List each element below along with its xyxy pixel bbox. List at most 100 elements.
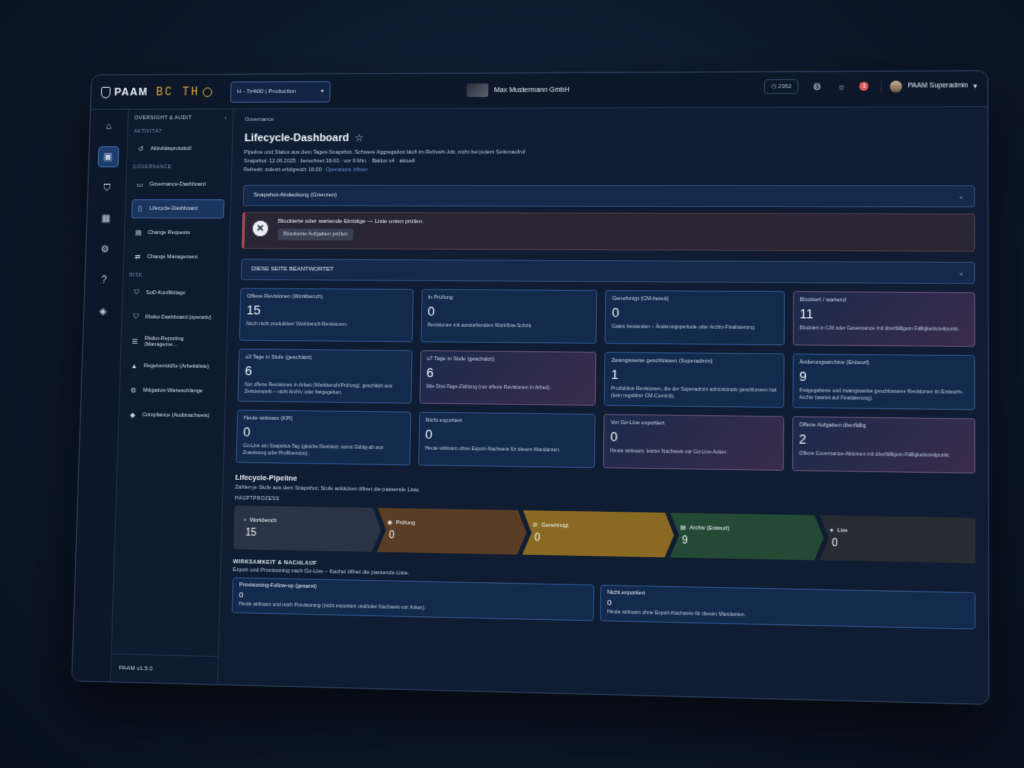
theme-sun-icon[interactable]: ☼ (835, 80, 847, 92)
sidebar-item-risiko-dashboard[interactable]: ⛉ Risiko-Dashboard (operativ) (128, 308, 222, 328)
sidebar-item-sod-konfliktlage[interactable]: ⛉ SoD-Konfliktlage (129, 283, 223, 303)
kpi-description: Go-Live am Snapshot-Tag (gleiche Revisio… (242, 443, 384, 457)
warning-icon: ▲ (130, 362, 138, 370)
pipeline-stage[interactable]: ▤ Archiv (Entwurf) 9 (670, 513, 824, 561)
pipeline-stage[interactable]: ◉ Prüfung 0 (377, 508, 527, 555)
sidebar-item-compliance[interactable]: ◆ Compliance (Auditnachweis) (125, 405, 219, 426)
wirksamkeit-card[interactable]: Nicht exportiert 0 Heute wirksam ohne Expo… (599, 584, 976, 630)
company-name: Max Mustermann GmbH (494, 86, 570, 94)
kpi-label: Zwangsweise geschlossen (Superadmin) (611, 357, 713, 365)
sidebar-item-label: SoD-Konfliktlage (145, 290, 186, 297)
kpi-label: ≥3 Tage in Stufe (geschätzt) (245, 354, 312, 362)
kpi-card[interactable]: Offene Revisionen (Workbench) 15 Noch nich… (239, 287, 414, 343)
check-circle-icon: ⊘ (532, 522, 538, 529)
history-icon: ↺ (138, 146, 144, 153)
monitor-icon: ▭ (136, 181, 144, 189)
brand-logo[interactable]: PAAM (100, 86, 156, 98)
kpi-card[interactable]: Genehmigt (CM-bereit) 0 Gates bestanden – … (604, 290, 785, 346)
kpi-card[interactable]: In Prüfung 0 Revisionen mit ausstehendem W… (420, 288, 598, 344)
kpi-description: Offene Governance-Aktionen mit überfälli… (798, 450, 951, 459)
kpi-card[interactable]: Heute wirksam (KPI) 0 Go-Live am Snapshot-… (235, 409, 411, 466)
pipeline-stage-value: 0 (831, 537, 838, 549)
sidebar-item-label: Mitigation-Warteschlange (142, 387, 203, 395)
document-icon: ▯ (138, 205, 142, 213)
sidebar-header: OVERSIGHT & AUDIT ‹ (134, 115, 227, 121)
kpi-description: Gates bestanden – Änderungsperiode oder … (611, 323, 756, 332)
counter-pill[interactable]: ◷ 2952 (764, 79, 799, 95)
gear-icon: ⚙ (130, 387, 137, 395)
breadcrumb[interactable]: Governance (245, 115, 975, 123)
pipeline-stage-label: Prüfung (395, 519, 416, 527)
kpi-card[interactable]: Blockiert / wartend 11 Blockiert in CM ode… (792, 291, 976, 347)
monitor-icon[interactable]: ▣ (97, 146, 119, 168)
pipeline-stage[interactable]: • Workbench 15 (233, 505, 381, 552)
dot-icon: • (243, 517, 246, 524)
operations-link[interactable]: Operations öffnen (325, 167, 368, 173)
sidebar-item-mitigation[interactable]: ⚙ Mitigation-Warteschlange (125, 381, 219, 402)
kpi-card[interactable]: Änderungsarchive (Entwurf) 9 Freigegebene … (791, 353, 976, 411)
shield-logo-icon (100, 86, 111, 98)
sidebar-item-change-management[interactable]: ⇄ Change Management (130, 247, 224, 267)
pipeline-stage-label-row: ◉ Prüfung (387, 520, 516, 528)
kpi-card[interactable]: Vor Go-Live exportiert 0 Heute wirksam; le… (602, 413, 784, 471)
chevron-down-icon: ⌄ (958, 193, 964, 200)
sidebar-item-governance-dashboard[interactable]: ▭ Governance-Dashboard (132, 175, 225, 194)
notification-badge[interactable]: 3 (859, 81, 869, 91)
kpi-value: 0 (427, 303, 435, 319)
list-icon: ☰ (131, 338, 139, 346)
live-icon: ● (829, 527, 834, 534)
accordion-snapshot-coverage[interactable]: Snapshot-Abdeckung (Grenzen) ⌄ (242, 184, 976, 208)
page-title: Lifecycle-Dashboard (244, 132, 350, 145)
chevron-down-icon: ▾ (320, 88, 324, 95)
building-icon[interactable]: ▦ (95, 208, 117, 229)
sidebar-item-label: Change Requests (147, 230, 191, 237)
sidebar-item-label: Risiko-Dashboard (operativ) (145, 314, 212, 321)
kpi-value: 6 (244, 363, 253, 379)
top-bar: PAAM BC TH H - 7z4t00 | Production ▾ Max… (91, 71, 988, 110)
accordion-page-answers[interactable]: DIESE SEITE BEANTWORTET ⌄ (240, 258, 976, 285)
favorite-star-icon[interactable]: ☆ (355, 133, 364, 144)
blocked-alert: ✕ Blockierte oder wartende Einträge — Li… (241, 211, 976, 252)
pipeline-stage-value: 0 (534, 532, 541, 544)
kpi-card[interactable]: Nicht exportiert 0 Heute wirksam ohne Expo… (417, 411, 596, 469)
globe-icon[interactable]: ◍ (811, 80, 823, 92)
company-logo (466, 83, 489, 98)
sidebar-item-lifecycle-dashboard[interactable]: ▯ Lifecycle-Dashboard (131, 199, 225, 219)
snapshot-info: Snapshot: 12.06.2025 · berechnet 16:00 ·… (243, 158, 415, 165)
help-icon[interactable]: ? (93, 270, 115, 291)
pipeline-stage-label: Genehmigt (541, 522, 569, 529)
pipeline-stage[interactable]: ⊘ Genehmigt 0 (522, 510, 674, 557)
kpi-description: Heute wirksam ohne Export-Nachweis für d… (424, 445, 561, 454)
kpi-description: Revisionen mit ausstehendem Workflow-Sch… (427, 322, 533, 330)
sidebar-item-change-requests[interactable]: ▤ Change Requests (130, 223, 223, 243)
kpi-description: Freigegebene und zwangsweise geschlossen… (799, 387, 964, 402)
clipboard-icon: ▤ (135, 230, 142, 237)
check-blocked-tasks-button[interactable]: Blockierte Aufgaben prüfen (277, 228, 354, 241)
kpi-card[interactable]: Zwangsweise geschlossen (Superadmin) 1 Pro… (603, 351, 785, 408)
sidebar-item-regelverstoesse[interactable]: ▲ Regelverstöße (Arbeitsliste) (126, 356, 220, 377)
sidebar-item-aktivitaetsprotokoll[interactable]: ↺ Aktivitätsprotokoll (133, 139, 226, 158)
kpi-card[interactable]: ≥3 Tage in Stufe (geschätzt) 6 Nur offene … (237, 348, 413, 404)
kpi-card[interactable]: Offene Aufgaben überfällig 2 Offene Govern… (791, 416, 976, 474)
pipeline: • Workbench 15 ◉ Prüfung 0 ⊘ Genehmigt 0 ▤ Archiv … (233, 505, 975, 563)
company-display: Max Mustermann GmbH (466, 83, 570, 98)
wirksamkeit-card[interactable]: Provisioning-Follow-up (gesamt) 0 Heute wi… (231, 577, 595, 622)
sidebar-item-risiko-reporting[interactable]: ☰ Risiko-Reporting (Manageme... (127, 332, 221, 352)
kpi-description: Noch nicht produktiver Workbench-Revisio… (246, 321, 348, 328)
top-actions: ◷ 2952 ◍ ☼ 3 PAAM Superadmin ▾ (764, 78, 977, 95)
environment-select[interactable]: H - 7z4t00 | Production ▾ (230, 80, 331, 103)
settings-icon[interactable]: ⚙ (94, 239, 116, 260)
sidebar-item-label: Governance-Dashboard (149, 181, 206, 188)
kpi-value: 15 (246, 302, 261, 318)
pipeline-stage[interactable]: ● Live 0 (819, 515, 975, 563)
sidebar-item-label: Change Management (147, 254, 198, 261)
shield-user-icon[interactable]: ⛉ (96, 177, 118, 198)
archive-icon: ▤ (680, 524, 686, 531)
collapse-chevron-icon[interactable]: ‹ (225, 115, 227, 121)
home-icon[interactable]: ⌂ (98, 116, 120, 137)
kpi-card[interactable]: ≥7 Tage in Stufe (geschätzt) 6 Wie Drei-Ta… (418, 350, 597, 406)
user-menu[interactable]: PAAM Superadmin ▾ (881, 79, 977, 93)
sidebar-item-label: Regelverstöße (Arbeitsliste) (143, 363, 210, 370)
shield-check-icon[interactable]: ◈ (92, 301, 114, 323)
kpi-label: Heute wirksam (KPI) (243, 415, 293, 423)
